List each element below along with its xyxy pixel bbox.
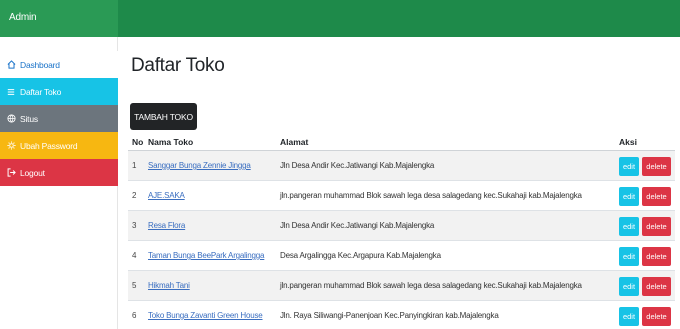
delete-button[interactable]: delete	[642, 217, 671, 236]
store-name-link[interactable]: AJE.SAKA	[148, 191, 185, 200]
delete-button[interactable]: delete	[642, 157, 671, 176]
sidebar-item-label: Ubah Password	[20, 140, 78, 151]
sidebar-item-ubah-password[interactable]: Ubah Password	[0, 132, 118, 159]
store-table: No Nama Toko Alamat Aksi 1 Sanggar Bunga…	[128, 133, 675, 329]
gear-icon	[6, 141, 16, 151]
edit-button[interactable]: edit	[619, 157, 639, 176]
column-header-actions: Aksi	[619, 137, 637, 147]
table-row: 2 AJE.SAKA jln.pangeran muhammad Blok sa…	[128, 181, 675, 211]
store-address: jln.pangeran muhammad Blok sawah lega de…	[280, 191, 582, 200]
column-header-name: Nama Toko	[148, 137, 194, 147]
logout-icon	[6, 168, 16, 178]
table-header: No Nama Toko Alamat Aksi	[128, 133, 675, 151]
delete-button[interactable]: delete	[642, 307, 671, 326]
row-number: 1	[132, 161, 137, 170]
brand-label[interactable]: Admin	[9, 12, 37, 23]
row-number: 6	[132, 311, 137, 320]
store-address: Desa Argalingga Kec.Argapura Kab.Majalen…	[280, 251, 441, 260]
list-icon	[6, 87, 16, 97]
table-row: 6 Toko Bunga Zavanti Green House Jln. Ra…	[128, 301, 675, 329]
store-address: Jln Desa Andir Kec.Jatiwangi Kab.Majalen…	[280, 221, 435, 230]
table-row: 3 Resa Flora Jln Desa Andir Kec.Jatiwang…	[128, 211, 675, 241]
page-title: Daftar Toko	[131, 55, 225, 76]
column-header-address: Alamat	[280, 137, 309, 147]
row-number: 4	[132, 251, 137, 260]
sidebar-item-dashboard[interactable]: Dashboard	[0, 51, 118, 78]
store-name-link[interactable]: Resa Flora	[148, 221, 185, 230]
store-address: jln.pangeran muhammad Blok sawah lega de…	[280, 281, 582, 290]
store-name-link[interactable]: Sanggar Bunga Zennie Jingga	[148, 161, 251, 170]
column-header-no: No	[132, 137, 144, 147]
store-address: Jln Desa Andir Kec.Jatiwangi Kab.Majalen…	[280, 161, 435, 170]
row-number: 5	[132, 281, 137, 290]
delete-button[interactable]: delete	[642, 247, 671, 266]
sidebar-item-situs[interactable]: Situs	[0, 105, 118, 132]
home-icon	[6, 60, 16, 70]
edit-button[interactable]: edit	[619, 187, 639, 206]
table-row: 4 Taman Bunga BeePark Argalingga Desa Ar…	[128, 241, 675, 271]
top-navbar: Admin	[0, 0, 680, 37]
row-number: 3	[132, 221, 137, 230]
globe-icon	[6, 114, 16, 124]
sidebar: Dashboard Daftar Toko Situs Ubah Passwor…	[0, 37, 118, 329]
add-store-button[interactable]: TAMBAH TOKO	[130, 103, 197, 130]
edit-button[interactable]: edit	[619, 247, 639, 266]
sidebar-item-label: Daftar Toko	[20, 86, 62, 97]
delete-button[interactable]: delete	[642, 187, 671, 206]
row-number: 2	[132, 191, 137, 200]
store-name-link[interactable]: Toko Bunga Zavanti Green House	[148, 311, 263, 320]
table-row: 1 Sanggar Bunga Zennie Jingga Jln Desa A…	[128, 151, 675, 181]
edit-button[interactable]: edit	[619, 307, 639, 326]
sidebar-item-label: Dashboard	[20, 59, 60, 70]
sidebar-item-daftar-toko[interactable]: Daftar Toko	[0, 78, 118, 105]
store-name-link[interactable]: Hikmah Tani	[148, 281, 190, 290]
delete-button[interactable]: delete	[642, 277, 671, 296]
edit-button[interactable]: edit	[619, 217, 639, 236]
sidebar-item-logout[interactable]: Logout	[0, 159, 118, 186]
table-row: 5 Hikmah Tani jln.pangeran muhammad Blok…	[128, 271, 675, 301]
main-content: Daftar Toko TAMBAH TOKO No Nama Toko Ala…	[118, 37, 680, 329]
sidebar-item-label: Logout	[20, 167, 45, 178]
brand-area: Admin	[0, 0, 118, 37]
sidebar-item-label: Situs	[20, 113, 38, 124]
store-name-link[interactable]: Taman Bunga BeePark Argalingga	[148, 251, 265, 260]
store-address: Jln. Raya Siliwangi-Panenjoan Kec.Panyin…	[280, 311, 499, 320]
edit-button[interactable]: edit	[619, 277, 639, 296]
